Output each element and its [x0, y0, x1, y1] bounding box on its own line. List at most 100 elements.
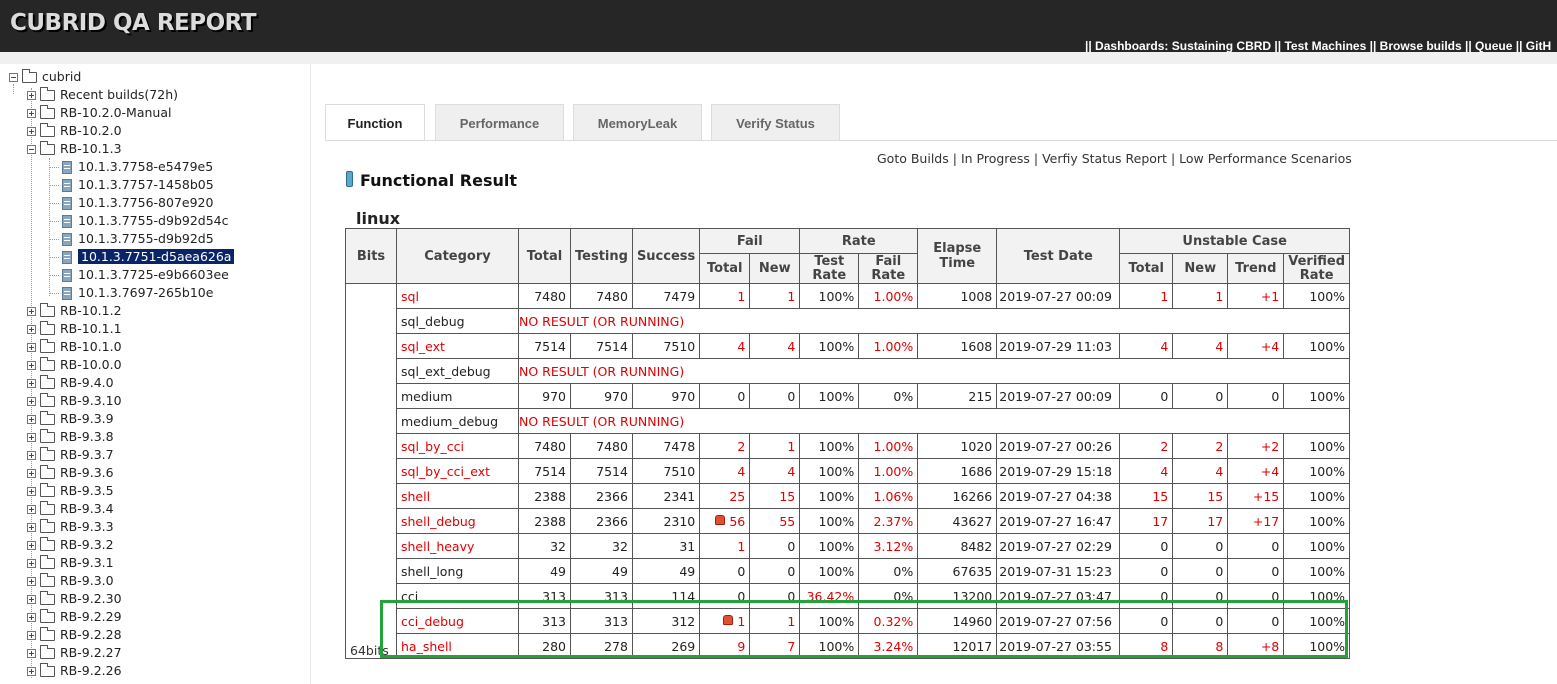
nav-browse-builds-link[interactable]: Browse builds || — [1376, 39, 1472, 53]
unstable-total-cell[interactable]: 1 — [1119, 283, 1174, 309]
app-logo[interactable]: CUBRID QA REPORT — [10, 10, 257, 36]
unstable-total-cell[interactable]: 8 — [1119, 633, 1174, 659]
expand-toggle-icon[interactable] — [27, 109, 36, 118]
tree-node-expanded-branch[interactable]: RB-10.1.3 — [27, 140, 122, 158]
tree-node-branch[interactable]: RB-9.3.0 — [27, 572, 114, 590]
collapse-toggle-icon[interactable] — [9, 73, 18, 82]
fail-total-cell[interactable]: 4 — [699, 458, 751, 484]
tree-node-branch[interactable]: RB-9.2.28 — [27, 626, 122, 644]
expand-toggle-icon[interactable] — [27, 127, 36, 136]
tab-performance[interactable]: Performance — [435, 104, 564, 140]
tree-node-build[interactable]: 10.1.3.7751-d5aea626a — [49, 248, 235, 266]
expand-toggle-icon[interactable] — [27, 577, 36, 586]
tree-node-build[interactable]: 10.1.3.7758-e5479e5 — [49, 158, 213, 176]
expand-toggle-icon[interactable] — [27, 667, 36, 676]
expand-toggle-icon[interactable] — [27, 379, 36, 388]
tree-node-branch[interactable]: Recent builds(72h) — [27, 86, 178, 104]
tree-node-branch[interactable]: RB-9.2.26 — [27, 662, 122, 680]
unstable-new-cell[interactable]: 2 — [1172, 433, 1229, 459]
unstable-total-cell[interactable]: 17 — [1119, 508, 1174, 534]
tab-memoryleak[interactable]: MemoryLeak — [573, 104, 702, 140]
tree-node-branch[interactable]: RB-9.3.3 — [27, 518, 114, 536]
tree-node-branch[interactable]: RB-9.4.0 — [27, 374, 114, 392]
tree-node-branch[interactable]: RB-9.3.1 — [27, 554, 114, 572]
tree-node-branch[interactable]: RB-9.3.7 — [27, 446, 114, 464]
nav-test-machines-link[interactable]: Test Machines || — [1281, 39, 1376, 53]
expand-toggle-icon[interactable] — [27, 91, 36, 100]
tree-node-branch[interactable]: RB-9.2.30 — [27, 590, 122, 608]
expand-toggle-icon[interactable] — [27, 343, 36, 352]
tree-node-branch[interactable]: RB-9.3.10 — [27, 392, 122, 410]
unstable-total-cell[interactable]: 4 — [1119, 458, 1174, 484]
expand-toggle-icon[interactable] — [27, 325, 36, 334]
expand-toggle-icon[interactable] — [27, 397, 36, 406]
tree-node-build[interactable]: 10.1.3.7697-265b10e — [49, 284, 213, 302]
unstable-new-cell[interactable]: 8 — [1172, 633, 1229, 659]
low-performance-link[interactable]: Low Performance Scenarios — [1179, 151, 1352, 166]
tree-node-build[interactable]: 10.1.3.7755-d9b92d5 — [49, 230, 214, 248]
expand-toggle-icon[interactable] — [27, 469, 36, 478]
tree-node-branch[interactable]: RB-9.3.4 — [27, 500, 114, 518]
category-cell[interactable]: shell_heavy — [396, 533, 519, 559]
tree-node-branch[interactable]: RB-10.2.0 — [27, 122, 122, 140]
unstable-new-cell[interactable]: 15 — [1172, 483, 1229, 509]
tree-node-branch[interactable]: RB-9.2.29 — [27, 608, 122, 626]
expand-toggle-icon[interactable] — [27, 631, 36, 640]
category-cell[interactable]: shell — [396, 483, 519, 509]
expand-toggle-icon[interactable] — [27, 307, 36, 316]
tree-node-branch[interactable]: RB-10.2.0-Manual — [27, 104, 171, 122]
category-cell[interactable]: sql_ext — [396, 333, 519, 359]
category-cell[interactable]: sql_by_cci — [396, 433, 519, 459]
fail-total-cell[interactable]: 25 — [699, 483, 751, 509]
tree-node-branch[interactable]: RB-9.3.6 — [27, 464, 114, 482]
fail-new-cell[interactable]: 1 — [749, 608, 801, 634]
unstable-new-cell[interactable]: 4 — [1172, 333, 1229, 359]
category-cell[interactable]: ha_shell — [396, 633, 519, 659]
expand-toggle-icon[interactable] — [27, 433, 36, 442]
nav-dashboards-link[interactable]: || Dashboards: Sustaining CBRD || — [1085, 39, 1281, 53]
unstable-new-cell[interactable]: 1 — [1172, 283, 1229, 309]
category-cell[interactable]: cci_debug — [396, 608, 519, 634]
expand-toggle-icon[interactable] — [27, 451, 36, 460]
expand-toggle-icon[interactable] — [27, 649, 36, 658]
unstable-total-cell[interactable]: 2 — [1119, 433, 1174, 459]
unstable-new-cell[interactable]: 4 — [1172, 458, 1229, 484]
tree-node-branch[interactable]: RB-9.3.8 — [27, 428, 114, 446]
expand-toggle-icon[interactable] — [27, 613, 36, 622]
tree-node-branch[interactable]: RB-10.0.0 — [27, 356, 122, 374]
tab-verify-status[interactable]: Verify Status — [711, 104, 840, 140]
unstable-total-cell[interactable]: 15 — [1119, 483, 1174, 509]
tree-node-root[interactable]: cubrid — [9, 68, 81, 86]
expand-toggle-icon[interactable] — [27, 541, 36, 550]
fail-total-cell[interactable]: 1 — [699, 608, 751, 634]
fail-new-cell[interactable]: 4 — [749, 458, 801, 484]
verify-status-report-link[interactable]: Verfiy Status Report — [1042, 151, 1167, 166]
category-cell[interactable]: sql — [396, 283, 519, 309]
expand-toggle-icon[interactable] — [27, 505, 36, 514]
nav-github-link[interactable]: GitH — [1522, 39, 1551, 53]
tree-node-branch[interactable]: RB-9.3.2 — [27, 536, 114, 554]
tree-node-branch[interactable]: RB-10.1.0 — [27, 338, 122, 356]
expand-toggle-icon[interactable] — [27, 595, 36, 604]
category-cell[interactable]: sql_by_cci_ext — [396, 458, 519, 484]
fail-new-cell[interactable]: 15 — [749, 483, 801, 509]
tree-node-build[interactable]: 10.1.3.7755-d9b92d54c — [49, 212, 229, 230]
unstable-new-cell[interactable]: 17 — [1172, 508, 1229, 534]
tree-node-branch[interactable]: RB-9.3.9 — [27, 410, 114, 428]
expand-toggle-icon[interactable] — [27, 487, 36, 496]
fail-new-cell[interactable]: 1 — [749, 433, 801, 459]
goto-builds-link[interactable]: Goto Builds — [877, 151, 949, 166]
category-cell[interactable]: shell_debug — [396, 508, 519, 534]
tree-node-branch[interactable]: RB-9.3.5 — [27, 482, 114, 500]
nav-queue-link[interactable]: Queue || — [1472, 39, 1522, 53]
fail-new-cell[interactable]: 4 — [749, 333, 801, 359]
fail-total-cell[interactable]: 2 — [699, 433, 751, 459]
expand-toggle-icon[interactable] — [27, 415, 36, 424]
expand-toggle-icon[interactable] — [27, 559, 36, 568]
tab-function[interactable]: Function — [325, 104, 425, 141]
fail-new-cell[interactable]: 55 — [749, 508, 801, 534]
tree-node-branch[interactable]: RB-10.1.1 — [27, 320, 122, 338]
collapse-toggle-icon[interactable] — [27, 145, 36, 154]
tree-node-build[interactable]: 10.1.3.7756-807e920 — [49, 194, 213, 212]
fail-new-cell[interactable]: 7 — [749, 633, 801, 659]
